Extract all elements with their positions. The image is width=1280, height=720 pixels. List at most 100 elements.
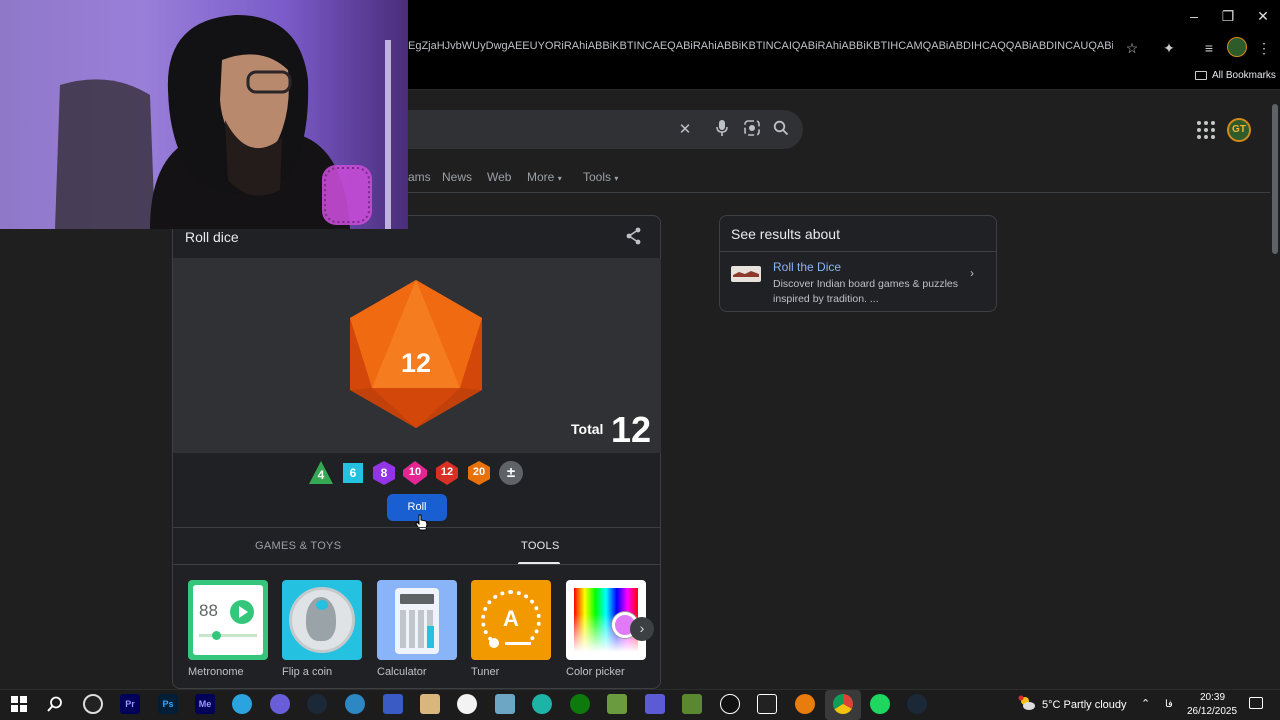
weather-text[interactable]: 5°C Partly cloudy xyxy=(1042,699,1127,711)
scrollbar-thumb[interactable] xyxy=(1272,104,1278,254)
windows-start-icon[interactable] xyxy=(9,696,29,716)
archive-icon[interactable] xyxy=(420,694,440,714)
roll-the-dice-description: Discover Indian board games & puzzles in… xyxy=(773,278,959,305)
folder-icon xyxy=(1195,70,1207,80)
weather-icon[interactable] xyxy=(1018,695,1036,711)
browser-menu-icon[interactable]: ⋮ xyxy=(1254,38,1274,58)
tabs-divider xyxy=(408,192,1270,193)
d4-die-button[interactable]: 4 xyxy=(308,460,334,486)
controller-icon[interactable] xyxy=(645,694,665,714)
total-value: 12 xyxy=(611,409,652,450)
color-picker-label: Color picker xyxy=(566,666,625,678)
steam-icon[interactable] xyxy=(307,694,327,714)
d8-die-button[interactable]: 8 xyxy=(371,460,397,486)
metronome-icon: 88 xyxy=(188,580,268,660)
tab-tools-section[interactable]: TOOLS xyxy=(521,540,560,552)
all-bookmarks-label: All Bookmarks xyxy=(1212,69,1276,81)
calculator-icon xyxy=(377,580,457,660)
vpn-icon[interactable] xyxy=(345,694,365,714)
d12-die-button[interactable]: 12 xyxy=(434,460,460,486)
chevron-right-icon[interactable]: › xyxy=(630,617,654,641)
telegram-icon[interactable] xyxy=(232,694,252,714)
d8-label: 8 xyxy=(380,466,388,480)
notification-icon[interactable] xyxy=(1249,697,1263,709)
chart-app-icon[interactable] xyxy=(383,694,403,714)
clear-search-icon[interactable]: ✕ xyxy=(675,120,695,140)
tuner-label: Tuner xyxy=(471,666,500,678)
share-icon[interactable] xyxy=(624,226,644,246)
tab-games-and-toys[interactable]: GAMES & TOYS xyxy=(255,540,341,552)
language-indicator[interactable]: فا xyxy=(1165,699,1173,710)
voice-search-icon[interactable] xyxy=(712,120,732,140)
unreal-icon[interactable] xyxy=(720,694,740,714)
obs-icon[interactable] xyxy=(83,694,103,714)
address-bar-url[interactable]: EgZjaHJvbWUyDwgAEEUYORiRAhiABBiKBTINCAEQ… xyxy=(408,40,1113,56)
card-tabs-divider-bottom xyxy=(173,564,661,565)
android-icon[interactable] xyxy=(607,694,627,714)
tab-more-label: More xyxy=(527,170,555,184)
modifier-button[interactable]: ± xyxy=(498,460,524,486)
tab-images[interactable]: ams xyxy=(408,170,431,184)
minimize-icon[interactable]: – xyxy=(1182,6,1206,26)
extensions-icon[interactable]: ✦ xyxy=(1159,38,1179,58)
media-control-icon[interactable]: ≡ xyxy=(1199,38,1219,58)
chrome-icon[interactable] xyxy=(833,694,853,714)
d20-label: 20 xyxy=(472,466,486,478)
chevron-right-icon[interactable]: › xyxy=(970,266,974,280)
d20-die-button[interactable]: 20 xyxy=(466,460,492,486)
tool-metronome[interactable]: 88 Metronome xyxy=(188,580,268,678)
roll-the-dice-link[interactable]: Roll the Dice xyxy=(773,260,841,274)
profile-avatar-small[interactable] xyxy=(1227,37,1247,57)
all-bookmarks-button[interactable]: All Bookmarks xyxy=(1195,67,1276,83)
tab-tools-label: Tools xyxy=(583,170,612,184)
photoshop-icon[interactable]: Ps xyxy=(158,694,178,714)
tab-more[interactable]: More ▾ xyxy=(527,170,562,184)
restore-icon[interactable]: ❐ xyxy=(1216,6,1240,26)
tool-tuner[interactable]: A Tuner xyxy=(471,580,551,678)
d10-die-button[interactable]: 10 xyxy=(402,460,428,486)
lens-search-icon[interactable] xyxy=(742,120,762,140)
tuner-note: A xyxy=(503,606,519,631)
d6-label: 6 xyxy=(349,466,357,480)
notes-icon[interactable] xyxy=(495,694,515,714)
tab-web[interactable]: Web xyxy=(487,170,511,184)
metronome-display: 88 xyxy=(199,601,218,620)
github-desktop-icon[interactable] xyxy=(457,694,477,714)
search-input[interactable] xyxy=(380,110,803,149)
d10-label: 10 xyxy=(408,466,422,478)
google-apps-icon[interactable] xyxy=(1197,121,1215,139)
edge-icon[interactable] xyxy=(532,694,552,714)
dice-selector: 4 6 8 10 12 20 ± xyxy=(308,460,528,488)
card-tabs-divider xyxy=(173,527,661,528)
roll-the-dice-thumbnail xyxy=(731,266,761,282)
clock-date[interactable]: 26/12/2025 xyxy=(1187,706,1237,717)
die-result: 12 xyxy=(400,348,432,378)
modifier-label: ± xyxy=(506,464,516,481)
tool-flip-a-coin[interactable]: Flip a coin xyxy=(282,580,362,678)
profile-avatar[interactable]: GT xyxy=(1227,118,1251,142)
epic-games-icon[interactable] xyxy=(757,694,777,714)
premiere-icon[interactable]: Pr xyxy=(120,694,140,714)
discord-icon[interactable] xyxy=(270,694,290,714)
clock-time[interactable]: 20:39 xyxy=(1200,692,1225,703)
media-encoder-icon[interactable]: Me xyxy=(195,694,215,714)
tab-news[interactable]: News xyxy=(442,170,472,184)
d6-die-button[interactable]: 6 xyxy=(340,460,366,486)
side-card-title: See results about xyxy=(731,226,840,242)
tab-tools[interactable]: Tools ▾ xyxy=(583,170,618,184)
side-card-divider xyxy=(720,251,996,252)
taskbar-search-icon[interactable] xyxy=(45,696,65,716)
blender-icon[interactable] xyxy=(795,694,815,714)
steam-running-icon[interactable] xyxy=(907,694,927,714)
xbox-icon[interactable] xyxy=(570,694,590,714)
close-window-icon[interactable]: ✕ xyxy=(1251,6,1275,26)
tray-overflow-icon[interactable]: ⌃ xyxy=(1141,697,1150,710)
caret-down-icon: ▾ xyxy=(557,174,562,183)
bookmark-star-icon[interactable]: ☆ xyxy=(1122,38,1142,58)
minecraft-icon[interactable] xyxy=(682,694,702,714)
tool-calculator[interactable]: Calculator xyxy=(377,580,457,678)
search-icon[interactable] xyxy=(771,120,791,140)
mouse-cursor-icon xyxy=(415,514,429,537)
spotify-icon[interactable] xyxy=(870,694,890,714)
metronome-label: Metronome xyxy=(188,666,244,678)
